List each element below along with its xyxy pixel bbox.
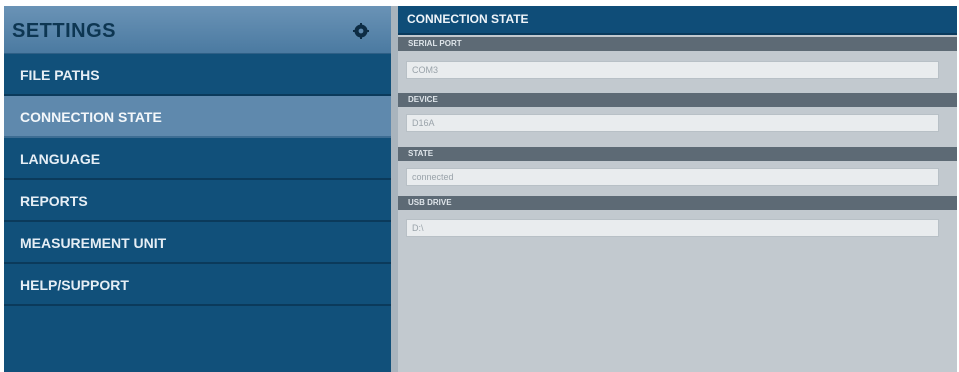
usb-drive-label: USB DRIVE [398, 196, 957, 210]
sidebar-item-reports[interactable]: REPORTS [4, 180, 391, 222]
state-field[interactable] [406, 168, 939, 186]
settings-sidebar: SETTINGS FILE PATHS CONNECTION STATE LAN… [4, 6, 391, 372]
connection-state-panel: CONNECTION STATE SERIAL PORT DEVICE STAT… [398, 6, 957, 372]
state-label: STATE [398, 147, 957, 161]
usb-drive-field[interactable] [406, 219, 939, 237]
device-field[interactable] [406, 114, 939, 132]
settings-menu: FILE PATHS CONNECTION STATE LANGUAGE REP… [4, 54, 391, 306]
sidebar-item-label: REPORTS [20, 193, 88, 209]
content-header: CONNECTION STATE [398, 6, 957, 35]
serial-port-field[interactable] [406, 61, 939, 79]
page-title: CONNECTION STATE [407, 12, 529, 26]
sidebar-item-connection-state[interactable]: CONNECTION STATE [4, 96, 391, 138]
gear-icon[interactable] [353, 23, 369, 39]
sidebar-item-label: CONNECTION STATE [20, 109, 162, 125]
sidebar-item-label: LANGUAGE [20, 151, 101, 167]
sidebar-item-label: HELP/SUPPORT [20, 277, 129, 293]
device-label: DEVICE [398, 93, 957, 107]
sidebar-item-measurement-unit[interactable]: MEASUREMENT UNIT [4, 222, 391, 264]
sidebar-header: SETTINGS [4, 6, 391, 54]
settings-window: SETTINGS FILE PATHS CONNECTION STATE LAN… [4, 6, 957, 372]
panel-divider [391, 6, 398, 372]
sidebar-item-label: FILE PATHS [20, 67, 100, 83]
sidebar-item-label: MEASUREMENT UNIT [20, 235, 167, 251]
sidebar-item-help-support[interactable]: HELP/SUPPORT [4, 264, 391, 306]
sidebar-item-file-paths[interactable]: FILE PATHS [4, 54, 391, 96]
serial-port-label: SERIAL PORT [398, 37, 957, 51]
sidebar-item-language[interactable]: LANGUAGE [4, 138, 391, 180]
sidebar-title: SETTINGS [12, 20, 117, 42]
